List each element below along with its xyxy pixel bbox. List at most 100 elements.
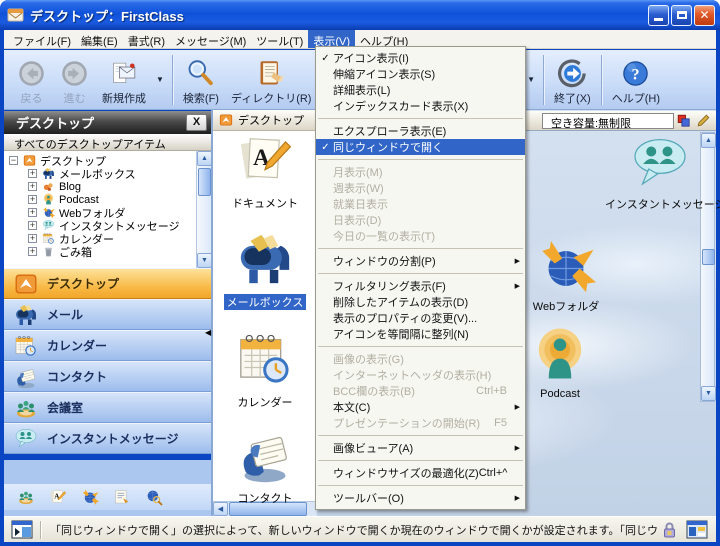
menu-item[interactable]: 画像の表示(G)	[316, 351, 525, 367]
menu-item[interactable]: 日表示(D)	[316, 212, 525, 228]
new-message-dropdown-icon[interactable]: ▼	[152, 75, 168, 84]
menu-item[interactable]: ✓アイコン表示(I)	[316, 50, 525, 66]
menu-item-label: アイコンを等間隔に整列(N)	[333, 326, 523, 342]
menu-item[interactable]: インターネットヘッダの表示(H)	[316, 367, 525, 383]
forward-button[interactable]: 進む	[53, 54, 96, 106]
new-message-button[interactable]: 新規作成	[96, 54, 152, 106]
menu-item[interactable]: ツールバー(O)▶	[316, 490, 525, 506]
sidebar-item-1[interactable]: メール	[4, 299, 211, 330]
conference-icon[interactable]	[17, 488, 35, 506]
menu-item[interactable]: 今日の一覧の表示(T)	[316, 228, 525, 244]
tree-item[interactable]: +カレンダー	[4, 232, 211, 245]
help-icon: ?	[620, 58, 651, 90]
sidebar-item-2[interactable]: カレンダー	[4, 330, 211, 361]
search-button[interactable]: 検索(F)	[177, 54, 225, 106]
desktop-icon	[23, 154, 36, 167]
menu-item[interactable]: アイコンを等間隔に整列(N)	[316, 326, 525, 342]
expander-icon[interactable]: +	[28, 169, 37, 178]
layers-icon[interactable]	[677, 114, 690, 127]
scroll-up-icon[interactable]: ▲	[197, 151, 211, 166]
expander-icon[interactable]: +	[28, 208, 37, 217]
scrollbar-thumb[interactable]	[702, 249, 715, 265]
scroll-down-icon[interactable]: ▼	[197, 253, 211, 268]
mid-icon[interactable]: コンタクト	[220, 426, 310, 507]
podcast-icon	[42, 193, 55, 206]
mid-icon[interactable]: Aドキュメント	[220, 131, 310, 212]
menu-item-label: 同じウィンドウで開く	[333, 139, 523, 155]
menu-separator	[318, 485, 523, 486]
sidebar-item-0[interactable]: デスクトップ	[4, 268, 211, 299]
menu-item[interactable]: フィルタリング表示(F)▶	[316, 278, 525, 294]
toolbar-separator	[543, 55, 544, 105]
expander-icon[interactable]: +	[28, 182, 37, 191]
sidebar-item-5[interactable]: インスタントメッセージ	[4, 423, 211, 454]
menu-item[interactable]: 画像ビューア(A)▶	[316, 440, 525, 456]
mid-icon[interactable]: カレンダー	[220, 330, 310, 411]
websearch-icon[interactable]	[145, 488, 163, 506]
blog-icon	[42, 180, 55, 193]
menu-item[interactable]: インデックスカード表示(X)	[316, 98, 525, 114]
menubar-item-3[interactable]: メッセージ(M)	[170, 30, 251, 48]
directory-button[interactable]: ディレクトリ(R)	[225, 54, 318, 106]
menu-item[interactable]: エクスプローラ表示(E)	[316, 123, 525, 139]
tree-item[interactable]: + Blog	[4, 180, 211, 193]
tree-item-label: Blog	[59, 181, 81, 193]
maximize-button[interactable]	[671, 5, 692, 26]
menubar-item-4[interactable]: ツール(T)	[251, 30, 308, 48]
desktop-icon-item[interactable]: インスタントメッセージ	[605, 134, 715, 212]
menu-item[interactable]: BCC欄の表示(B)Ctrl+B	[316, 383, 525, 399]
desktop-icon-item[interactable]: Webフォルダ	[511, 236, 621, 314]
status-layout-icon[interactable]	[686, 520, 708, 539]
expander-icon[interactable]: +	[28, 221, 37, 230]
pencil-icon[interactable]	[697, 114, 710, 127]
menu-separator	[318, 460, 523, 461]
menu-item[interactable]: ウィンドウの分割(P)▶	[316, 253, 525, 269]
menu-item[interactable]: プレゼンテーションの開始(R)F5	[316, 415, 525, 431]
news-icon[interactable]	[113, 488, 131, 506]
tree-item[interactable]: +メールボックス	[4, 167, 211, 180]
sidebar-item-4[interactable]: 会議室	[4, 392, 211, 423]
webfolder-icon	[511, 236, 621, 296]
menu-item-shortcut: Ctrl+B	[476, 385, 507, 397]
calendar-icon	[236, 375, 294, 392]
back-button[interactable]: 戻る	[10, 54, 53, 106]
menu-item-label: 日表示(D)	[333, 212, 523, 228]
panel-close-button[interactable]: X	[186, 114, 207, 131]
expander-icon[interactable]: −	[9, 156, 18, 165]
menu-item[interactable]: 詳細表示(L)	[316, 82, 525, 98]
mid-icon[interactable]: メールボックス	[220, 230, 310, 311]
expander-icon[interactable]: +	[28, 247, 37, 256]
splitter-collapse-icon[interactable]: ◀	[205, 328, 211, 337]
exit-button[interactable]: 終了(X)	[548, 54, 597, 106]
menu-item[interactable]: 削除したアイテムの表示(D)	[316, 294, 525, 310]
webfolder-icon[interactable]	[81, 488, 99, 506]
mailbox-icon	[236, 275, 294, 292]
close-button[interactable]: ✕	[694, 5, 715, 26]
menu-item[interactable]: ✓同じウィンドウで開く	[316, 139, 525, 155]
expander-icon[interactable]: +	[28, 195, 37, 204]
menu-item-label: 画像ビューア(A)	[333, 440, 523, 456]
expander-icon[interactable]: +	[28, 234, 37, 243]
tree-item[interactable]: +ごみ箱	[4, 245, 211, 258]
menubar-item-2[interactable]: 書式(R)	[123, 30, 170, 48]
document-icon[interactable]: A	[49, 488, 67, 506]
scrollbar-thumb[interactable]	[198, 168, 211, 196]
vertical-scrollbar[interactable]: ▲▼	[196, 151, 211, 268]
menu-item-label: 表示のプロパティの変更(V)...	[333, 310, 523, 326]
menu-item[interactable]: ウィンドウサイズの最適化(Z)Ctrl+^	[316, 465, 525, 481]
menubar-item-1[interactable]: 編集(E)	[76, 30, 123, 48]
menu-item[interactable]: 月表示(M)	[316, 164, 525, 180]
exit-icon	[557, 58, 588, 90]
document-icon: A	[236, 176, 294, 193]
scroll-down-icon[interactable]: ▼	[701, 386, 716, 401]
sidebar-item-3[interactable]: コンタクト	[4, 361, 211, 392]
menu-item[interactable]: 就業日表示	[316, 196, 525, 212]
menu-item[interactable]: 週表示(W)	[316, 180, 525, 196]
menu-item[interactable]: 伸縮アイコン表示(S)	[316, 66, 525, 82]
minimize-button[interactable]	[648, 5, 669, 26]
menu-item[interactable]: 表示のプロパティの変更(V)...	[316, 310, 525, 326]
toolbar-separator	[172, 55, 173, 105]
menu-item[interactable]: 本文(C)▶	[316, 399, 525, 415]
menubar-item-0[interactable]: ファイル(F)	[8, 30, 76, 48]
help-button[interactable]: ? ヘルプ(H)	[606, 54, 666, 106]
